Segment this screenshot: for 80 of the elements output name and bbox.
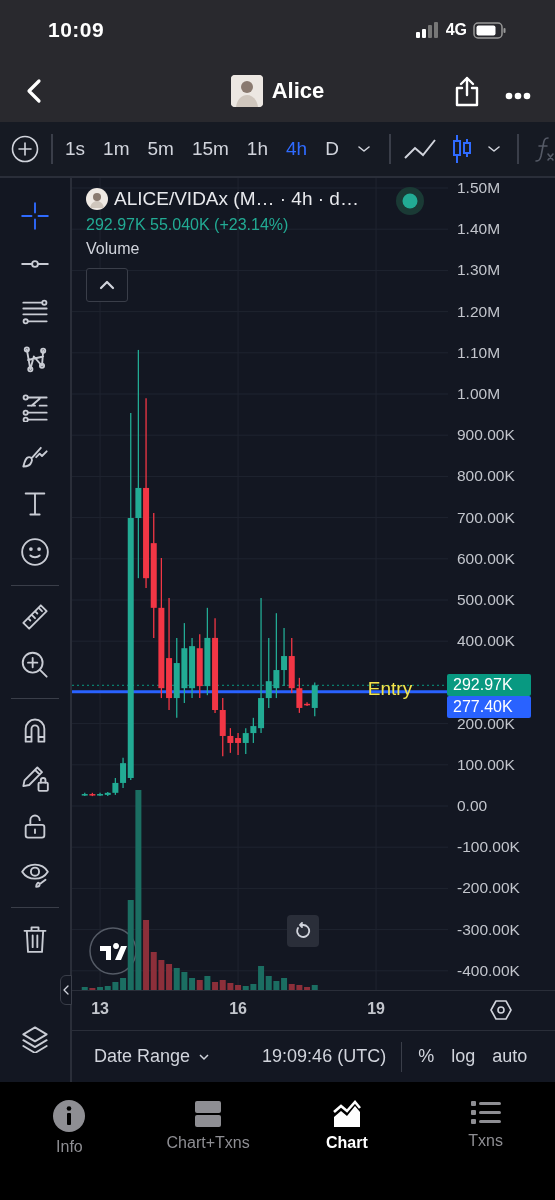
lines-icon[interactable] [21, 298, 49, 326]
zoom-in-icon[interactable] [21, 651, 49, 679]
price-axis-label: 100.00K [457, 754, 515, 775]
line-chart-icon[interactable] [402, 137, 437, 161]
time-axis-label: 19 [366, 1000, 386, 1018]
area-chart-icon [331, 1100, 362, 1128]
levels-icon[interactable] [21, 394, 49, 422]
reset-icon [294, 922, 312, 940]
layers-icon[interactable] [21, 1025, 49, 1053]
tab[interactable]: Chart [277, 1100, 417, 1150]
battery-icon [473, 21, 507, 39]
scale-option[interactable]: % [418, 1046, 435, 1067]
price-axis-label: 1.30M [457, 260, 501, 281]
reset-button[interactable] [287, 915, 319, 947]
price-axis-label: 0.00 [457, 796, 488, 816]
signal-icon [415, 22, 440, 38]
time-axis-label: 16 [228, 1000, 248, 1018]
avatar [86, 188, 108, 210]
split-view-icon [194, 1100, 223, 1128]
price-axis-label: 1.40M [457, 219, 501, 240]
symbol-title: ALICE/VIDAx (M… · 4h · d… [114, 188, 359, 210]
more-icon[interactable] [505, 92, 531, 100]
entry-price-tag: 277.40K [447, 696, 531, 719]
status-dot [396, 187, 424, 215]
clock: 10:09 [48, 18, 105, 42]
price-axis-label: 1.20M [457, 301, 501, 322]
network-type: 4G [445, 21, 467, 39]
list-icon [470, 1100, 501, 1126]
tab[interactable]: Info [0, 1100, 139, 1150]
price-axis-label: 900.00K [457, 425, 515, 446]
pencil-lock-icon[interactable] [21, 764, 49, 792]
collapse-handle[interactable] [60, 975, 72, 1005]
add-icon[interactable] [11, 135, 39, 163]
tab[interactable]: Chart+Txns [138, 1100, 278, 1150]
chevron-left-icon [63, 985, 69, 995]
price-axis-label: -200.00K [457, 878, 520, 899]
trash-icon[interactable] [21, 925, 49, 953]
avatar [230, 75, 263, 107]
tab[interactable]: Txns [416, 1100, 555, 1150]
chevron-down-icon [198, 1052, 211, 1061]
settings-icon[interactable] [490, 1000, 512, 1020]
price-axis-label: 1.00M [457, 384, 501, 404]
header-title: Alice [271, 78, 325, 104]
info-icon [53, 1100, 86, 1132]
price-axis-label: -400.00K [457, 960, 520, 981]
interval-tab[interactable]: 4h [286, 134, 308, 164]
interval-tab[interactable]: 1m [103, 134, 130, 164]
price-values: 292.97K 55.040K (+23.14%) [86, 216, 290, 234]
price-axis-label: -300.00K [457, 919, 520, 940]
collapse-button[interactable] [86, 268, 128, 302]
interval-tab[interactable]: 5m [147, 134, 174, 164]
function-icon[interactable] [534, 136, 555, 162]
scale-option[interactable]: log [451, 1046, 476, 1067]
price-axis-label: 400.00K [457, 631, 515, 652]
date-range-button[interactable]: Date Range [94, 1046, 211, 1067]
clock-label: 19:09:46 (UTC) [262, 1046, 387, 1067]
pattern-icon[interactable] [21, 346, 49, 374]
candlestick-icon[interactable] [450, 134, 473, 164]
price-axis-label: -100.00K [457, 837, 520, 858]
price-axis-label: 1.10M [457, 342, 501, 363]
chevron-down-icon[interactable] [356, 144, 371, 154]
chevron-up-icon [99, 280, 115, 290]
last-price-tag: 292.97K [447, 674, 531, 697]
ruler-icon[interactable] [21, 603, 49, 631]
price-axis-label: 1.50M [457, 178, 501, 198]
share-icon[interactable] [453, 75, 481, 107]
time-axis-label: 13 [90, 1000, 110, 1018]
scale-option[interactable]: auto [492, 1046, 528, 1067]
price-axis-label: 500.00K [457, 590, 515, 610]
interval-tab[interactable]: 1s [65, 134, 86, 164]
price-axis-label: 700.00K [457, 507, 515, 528]
price-axis-label: 800.00K [457, 466, 515, 487]
interval-tab[interactable]: D [325, 134, 339, 164]
interval-tab[interactable]: 1h [246, 134, 268, 164]
chevron-down-icon[interactable] [486, 144, 501, 154]
price-axis-label: 600.00K [457, 548, 515, 569]
indicator-label: Volume [86, 240, 141, 258]
smiley-icon[interactable] [21, 538, 49, 566]
crosshair-icon[interactable] [21, 202, 49, 230]
interval-tab[interactable]: 15m [191, 134, 229, 164]
